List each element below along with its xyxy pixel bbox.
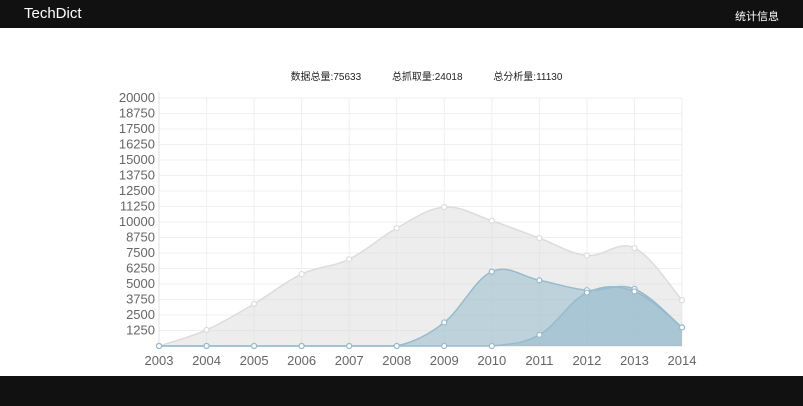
data-point: [393, 342, 400, 350]
data-point: [678, 324, 686, 331]
x-tick-label: 2006: [287, 353, 316, 368]
y-tick-label: 15000: [119, 152, 155, 167]
data-point: [203, 326, 210, 333]
x-tick-label: 2013: [620, 353, 649, 368]
y-tick-label: 1250: [126, 323, 155, 338]
x-tick-label: 2003: [145, 353, 174, 368]
data-point: [536, 235, 543, 242]
data-point: [488, 217, 495, 224]
data-point: [298, 342, 305, 350]
data-point: [250, 300, 258, 307]
data-point: [536, 277, 543, 284]
x-tick-label: 2004: [192, 353, 221, 368]
data-point: [678, 297, 686, 304]
data-point: [536, 331, 543, 338]
data-point: [203, 342, 210, 350]
nav-link-statistics[interactable]: 统计信息: [735, 8, 779, 24]
x-tick-label: 2010: [477, 353, 506, 368]
x-tick-label: 2014: [668, 353, 697, 368]
x-tick-label: 2009: [430, 353, 459, 368]
y-tick-label: 18750: [119, 106, 155, 121]
y-tick-label: 2500: [126, 307, 155, 322]
y-tick-label: 7500: [126, 245, 155, 260]
area-chart: 1250250037505000625075008750100001125012…: [119, 90, 697, 368]
data-point: [393, 225, 400, 232]
data-point: [583, 289, 591, 296]
y-tick-label: 5000: [126, 276, 155, 291]
y-tick-label: 16250: [119, 137, 155, 152]
data-point: [583, 252, 591, 259]
y-tick-label: 8750: [126, 230, 155, 245]
y-tick-label: 11250: [120, 199, 155, 214]
data-point: [155, 342, 163, 350]
y-tick-label: 6250: [126, 261, 155, 276]
data-point: [488, 342, 495, 350]
data-point: [631, 288, 638, 295]
footer-bar: [0, 376, 803, 406]
data-point: [298, 270, 305, 278]
x-tick-label: 2005: [240, 353, 269, 368]
data-point: [441, 319, 448, 326]
y-tick-label: 10000: [119, 214, 155, 229]
top-navbar: TechDict 统计信息: [0, 0, 803, 28]
y-tick-label: 3750: [126, 292, 155, 307]
data-point: [346, 342, 353, 350]
brand-link[interactable]: TechDict: [24, 5, 82, 22]
y-tick-label: 13750: [119, 168, 155, 183]
data-point: [250, 342, 258, 350]
x-tick-label: 2008: [382, 353, 411, 368]
data-point: [441, 204, 448, 211]
y-tick-label: 12500: [119, 183, 155, 198]
data-point: [441, 342, 448, 350]
x-tick-label: 2007: [335, 353, 364, 368]
data-point: [346, 256, 353, 263]
y-tick-label: 17500: [119, 121, 155, 136]
x-tick-label: 2012: [572, 353, 601, 368]
data-point: [488, 268, 495, 275]
x-tick-label: 2011: [525, 353, 553, 368]
y-tick-label: 20000: [119, 90, 155, 105]
data-point: [631, 244, 638, 252]
